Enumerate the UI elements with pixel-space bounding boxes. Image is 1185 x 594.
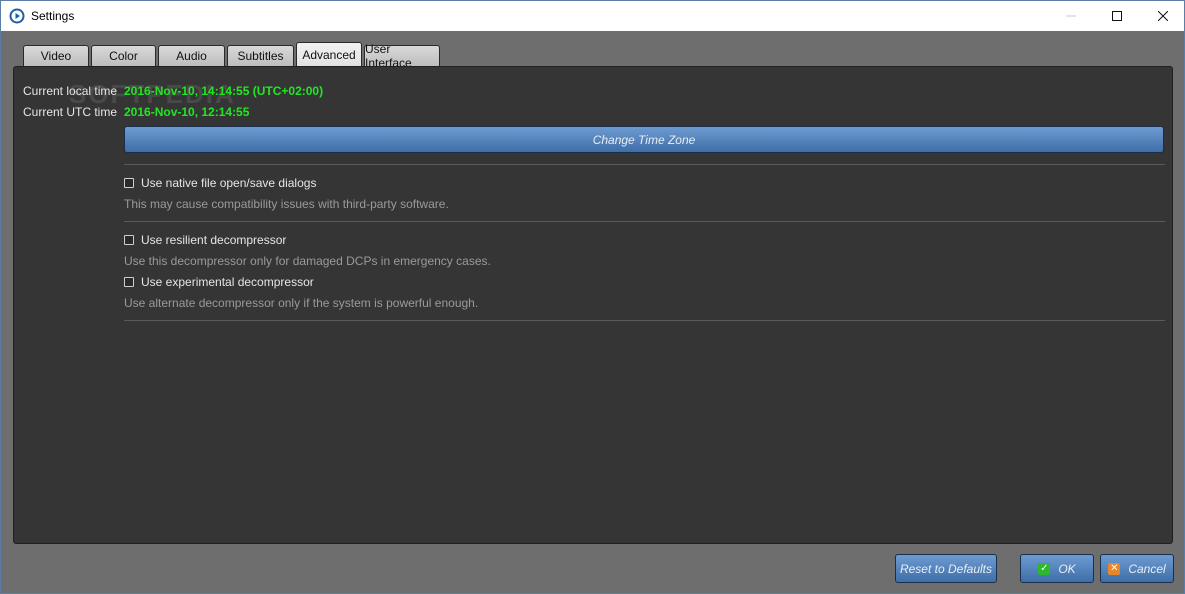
reset-defaults-button[interactable]: Reset to Defaults [895,554,997,583]
tab-subtitles[interactable]: Subtitles [227,45,294,66]
settings-window: Settings Video Color Audio Subtitles Adv… [0,0,1185,594]
native-dialogs-description: This may cause compatibility issues with… [124,197,449,211]
ok-button[interactable]: ✓ OK [1020,554,1094,583]
resilient-decompressor-label[interactable]: Use resilient decompressor [141,233,286,247]
x-icon: ✕ [1108,562,1121,575]
divider [124,221,1165,222]
tab-audio[interactable]: Audio [158,45,225,66]
close-icon [1158,11,1168,21]
tab-video[interactable]: Video [23,45,89,66]
tab-color[interactable]: Color [91,45,156,66]
reset-defaults-label: Reset to Defaults [899,561,993,576]
tab-advanced[interactable]: Advanced [296,42,362,66]
cancel-button[interactable]: ✕ Cancel [1100,554,1174,583]
experimental-decompressor-description: Use alternate decompressor only if the s… [124,296,479,310]
native-dialogs-checkbox[interactable] [124,178,134,188]
maximize-button[interactable] [1094,1,1140,31]
advanced-panel: SOFTPEDIA Current local time 2016-Nov-10… [13,66,1173,544]
resilient-decompressor-description: Use this decompressor only for damaged D… [124,254,491,268]
utc-time-label: Current UTC time [23,105,118,119]
play-circle-icon [9,8,25,24]
tab-user-interface[interactable]: User Interface [364,42,440,70]
window-title: Settings [31,9,75,23]
native-dialogs-label[interactable]: Use native file open/save dialogs [141,176,316,190]
title-bar: Settings [1,1,1184,31]
minimize-button[interactable] [1048,1,1094,31]
cancel-label: Cancel [1128,561,1166,576]
experimental-decompressor-checkbox[interactable] [124,277,134,287]
experimental-decompressor-label[interactable]: Use experimental decompressor [141,275,314,289]
resilient-decompressor-checkbox[interactable] [124,235,134,245]
utc-time-value: 2016-Nov-10, 12:14:55 [124,105,250,119]
divider [124,320,1165,321]
ok-label: OK [1058,561,1076,576]
close-button[interactable] [1140,1,1185,31]
maximize-icon [1112,11,1122,21]
local-time-label: Current local time [23,84,118,98]
divider [124,164,1165,165]
local-time-value: 2016-Nov-10, 14:14:55 (UTC+02:00) [124,84,324,98]
checkmark-icon: ✓ [1038,562,1051,575]
change-time-zone-button[interactable]: Change Time Zone [124,126,1164,153]
minimize-icon [1066,15,1076,17]
